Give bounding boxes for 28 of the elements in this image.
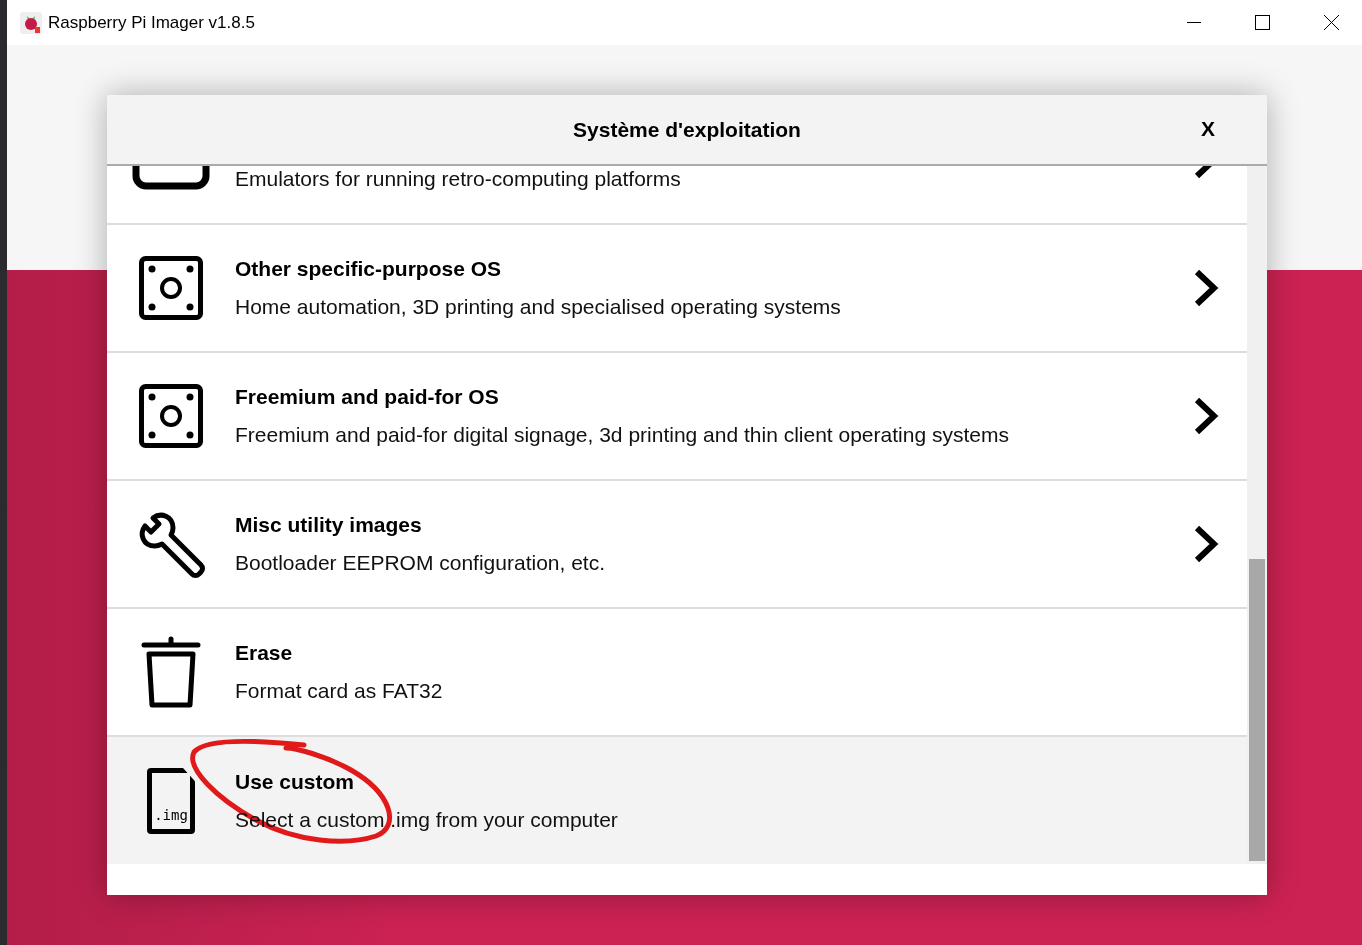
minimize-icon[interactable]: [1187, 21, 1201, 24]
os-list-item[interactable]: Other specific-purpose OS Home automation, 3D printing and specialised operating systems: [107, 225, 1247, 353]
item-description: Emulators for running retro-computing platforms: [235, 167, 682, 191]
dialog-title: Système d'exploitation: [573, 117, 801, 142]
scrollbar[interactable]: [1247, 166, 1267, 864]
item-description: Home automation, 3D printing and specialised operating systems: [235, 295, 842, 319]
os-list-item[interactable]: Freemium and paid-for OS Freemium and paid-for digital signage, 3d printing and thin client operating systems: [107, 353, 1247, 481]
maximize-icon[interactable]: [1255, 15, 1270, 30]
os-list-item[interactable]: Erase Format card as FAT32: [107, 609, 1247, 737]
item-description: Freemium and paid-for digital signage, 3d printing and thin client operating systems: [235, 423, 1010, 447]
item-title: Freemium and paid-for OS: [235, 385, 500, 409]
close-button[interactable]: X: [1197, 115, 1219, 143]
raspberry-icon: [20, 11, 42, 34]
item-title: Other specific-purpose OS: [235, 257, 503, 281]
board-icon: [138, 255, 204, 321]
item-description: Format card as FAT32: [235, 679, 444, 703]
window-title: Raspberry Pi Imager v1.8.5: [48, 12, 256, 33]
os-list-item[interactable]: Misc utility images Bootloader EEPROM configuration, etc.: [107, 481, 1247, 609]
scrollbar-thumb[interactable]: [1249, 559, 1265, 861]
trash-icon: [141, 635, 201, 709]
close-icon[interactable]: [1324, 15, 1339, 30]
item-title: Use custom: [235, 770, 356, 794]
os-list-item[interactable]: Emulators for running retro-computing platforms: [107, 166, 1247, 225]
item-title: Erase: [235, 641, 294, 665]
board-icon: [138, 383, 204, 449]
item-title: Misc utility images: [235, 513, 423, 537]
image-file-icon: .img: [147, 768, 195, 834]
item-description: Bootloader EEPROM configuration, etc.: [235, 551, 607, 575]
